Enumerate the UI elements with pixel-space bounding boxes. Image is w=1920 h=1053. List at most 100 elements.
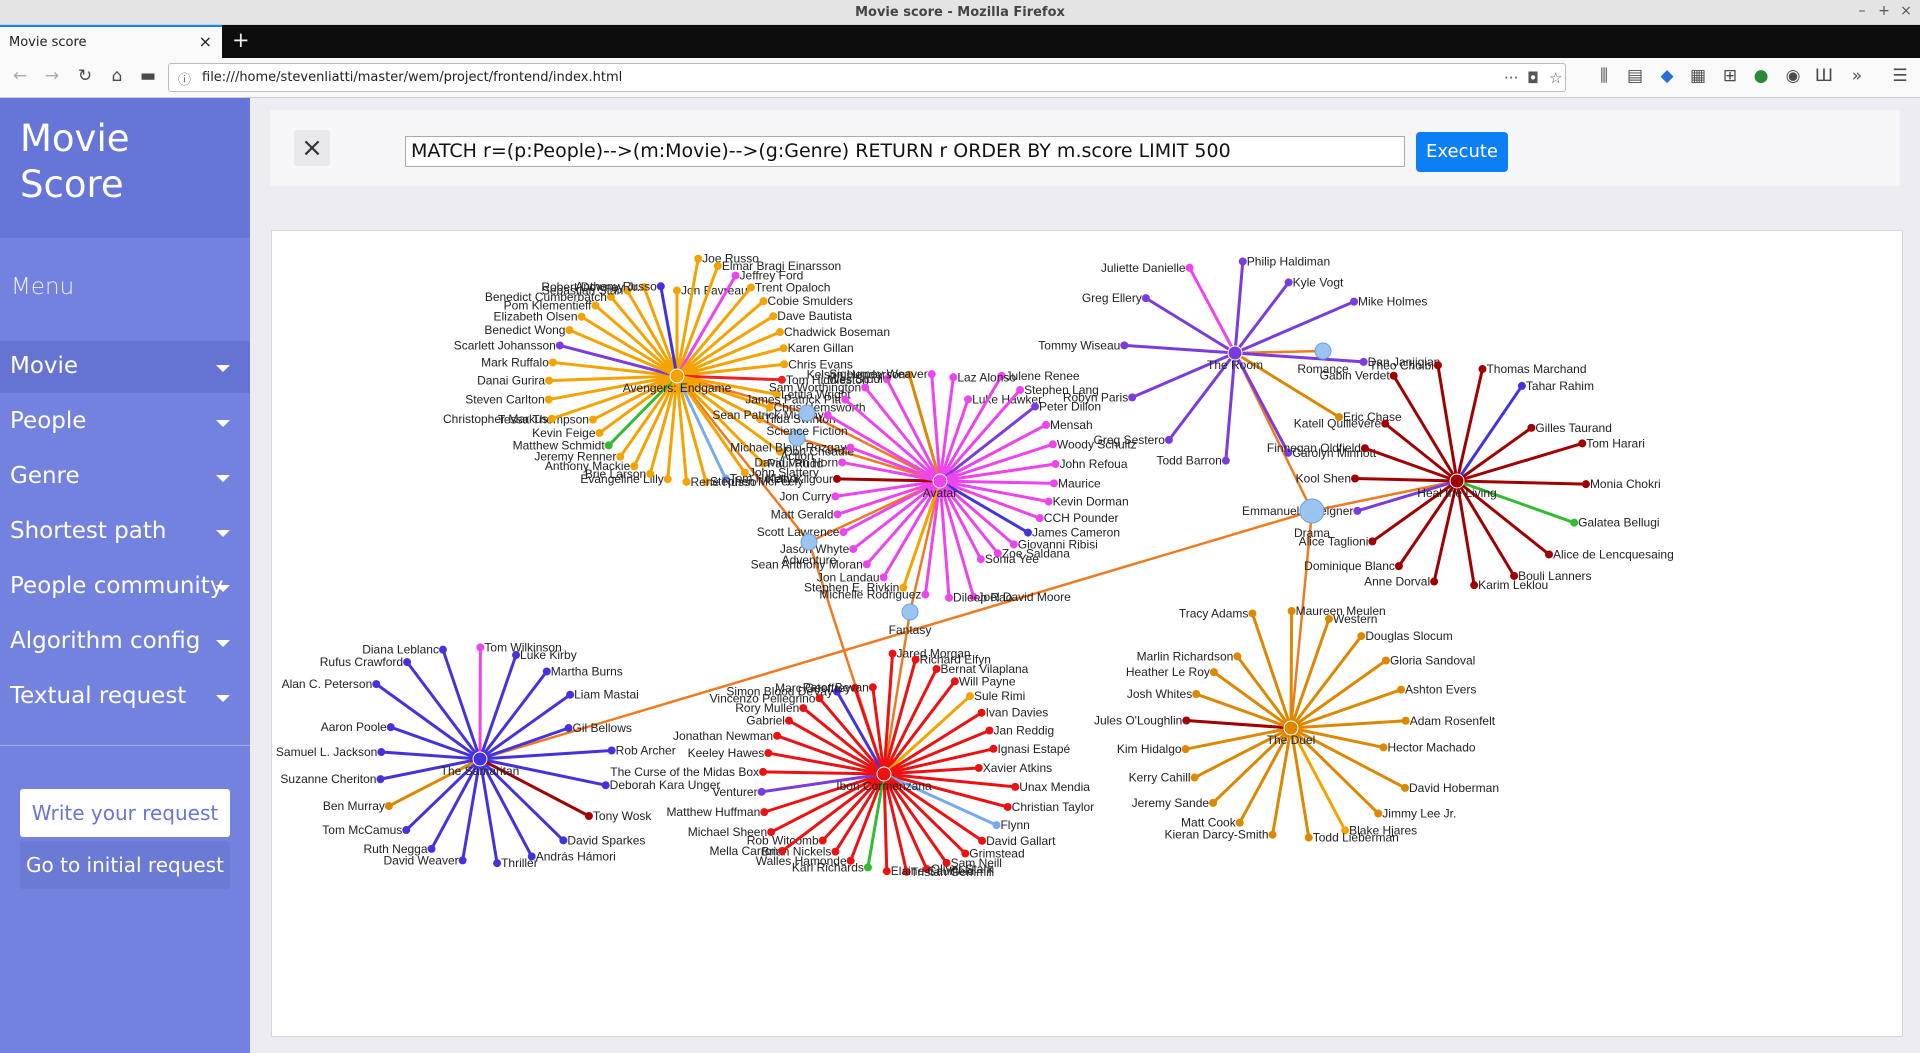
person-node[interactable]	[767, 828, 776, 837]
person-node[interactable]	[760, 808, 769, 817]
genre-node-romance[interactable]	[1314, 342, 1332, 360]
person-node[interactable]	[1048, 440, 1057, 449]
person-node[interactable]	[630, 462, 639, 471]
person-node[interactable]	[601, 781, 610, 790]
person-node[interactable]	[833, 510, 842, 519]
person-node[interactable]	[1051, 460, 1060, 469]
person-node[interactable]	[386, 723, 395, 732]
person-node[interactable]	[921, 590, 930, 599]
person-node[interactable]	[1401, 716, 1410, 725]
person-node[interactable]	[1120, 341, 1129, 350]
person-node[interactable]	[1381, 656, 1390, 665]
person-node[interactable]	[1016, 385, 1025, 394]
person-node[interactable]	[584, 812, 593, 821]
person-node[interactable]	[493, 859, 502, 868]
person-node[interactable]	[1400, 783, 1409, 792]
person-node[interactable]	[438, 645, 447, 654]
person-node[interactable]	[1353, 506, 1362, 515]
person-node[interactable]	[1397, 685, 1406, 694]
person-node[interactable]	[673, 286, 681, 295]
initial-request-button[interactable]: Go to initial request	[20, 841, 230, 889]
person-node[interactable]	[1011, 782, 1020, 791]
person-node[interactable]	[818, 836, 827, 845]
overflow-icon[interactable]: »	[1845, 66, 1869, 86]
tab-movie-score[interactable]: Movie score ×	[0, 25, 222, 58]
screenshot-icon[interactable]: ▬	[136, 66, 160, 86]
person-node[interactable]	[1517, 381, 1526, 390]
menu-item-algorithm-config[interactable]: Algorithm config	[0, 616, 250, 668]
minimize-button[interactable]: –	[1852, 3, 1872, 19]
person-node[interactable]	[1304, 833, 1313, 842]
person-node[interactable]	[1209, 668, 1218, 677]
person-node[interactable]	[376, 775, 385, 784]
person-node[interactable]	[1433, 361, 1442, 370]
person-node[interactable]	[1042, 420, 1051, 429]
person-node[interactable]	[882, 867, 891, 876]
person-node[interactable]	[985, 726, 994, 735]
window-close-button[interactable]: ×	[1896, 3, 1916, 19]
person-node[interactable]	[548, 358, 557, 367]
menu-item-textual-request[interactable]: Textual request	[0, 671, 250, 723]
frog-extension-icon[interactable]: ●	[1749, 66, 1773, 86]
person-node[interactable]	[1268, 830, 1277, 839]
person-node[interactable]	[841, 395, 850, 404]
person-node[interactable]	[1128, 393, 1137, 402]
person-node[interactable]	[559, 836, 568, 845]
person-node[interactable]	[1192, 690, 1201, 699]
person-node[interactable]	[1581, 480, 1590, 489]
pocket-icon[interactable]: ◘	[1527, 69, 1539, 87]
person-node[interactable]	[1181, 745, 1190, 754]
person-node[interactable]	[1527, 423, 1536, 432]
person-node[interactable]	[1190, 773, 1199, 782]
person-node[interactable]	[1389, 371, 1398, 380]
person-node[interactable]	[1478, 365, 1487, 374]
person-node[interactable]	[769, 312, 778, 321]
person-node[interactable]	[965, 692, 974, 701]
person-node[interactable]	[932, 664, 941, 673]
person-node[interactable]	[978, 836, 987, 845]
person-node[interactable]	[384, 801, 393, 810]
back-icon[interactable]: ←	[8, 66, 32, 86]
person-node[interactable]	[1003, 803, 1012, 812]
person-node[interactable]	[1049, 479, 1058, 488]
person-node[interactable]	[1284, 278, 1293, 287]
person-node[interactable]	[1023, 528, 1032, 537]
person-node[interactable]	[646, 469, 655, 478]
person-node[interactable]	[862, 560, 871, 569]
person-node[interactable]	[780, 360, 789, 369]
person-node[interactable]	[775, 328, 784, 337]
reload-icon[interactable]: ↻	[73, 66, 97, 86]
account-icon[interactable]: ◉	[1781, 66, 1805, 86]
tab-close-icon[interactable]: ×	[199, 32, 212, 51]
person-node[interactable]	[989, 744, 998, 753]
person-node[interactable]	[1325, 614, 1334, 623]
new-tab-button[interactable]: +	[232, 28, 250, 52]
menu-item-movie[interactable]: Movie	[0, 341, 250, 393]
page-actions-icon[interactable]: ···	[1504, 69, 1518, 87]
person-node[interactable]	[403, 658, 412, 667]
person-node[interactable]	[372, 680, 381, 689]
write-request-button[interactable]: Write your request	[20, 789, 230, 837]
person-node[interactable]	[1359, 357, 1368, 366]
menu-item-genre[interactable]: Genre	[0, 451, 250, 503]
person-node[interactable]	[595, 428, 604, 437]
person-node[interactable]	[1209, 798, 1218, 807]
person-node[interactable]	[759, 767, 768, 776]
person-node[interactable]	[577, 312, 586, 321]
person-node[interactable]	[868, 683, 877, 692]
genre-node-science-fiction[interactable]	[798, 404, 816, 422]
person-node[interactable]	[831, 492, 840, 501]
person-node[interactable]	[778, 847, 787, 856]
person-node[interactable]	[731, 271, 740, 280]
person-node[interactable]	[1221, 456, 1230, 465]
person-node[interactable]	[512, 651, 521, 660]
sidebar-toggle-icon[interactable]: ▤	[1623, 66, 1647, 86]
url-bar[interactable]: ⓘ file:///home/stevenliatti/master/wem/p…	[168, 63, 1566, 92]
person-node[interactable]	[1233, 652, 1242, 661]
menu-item-people[interactable]: People	[0, 396, 250, 448]
person-node[interactable]	[1031, 402, 1040, 411]
person-node[interactable]	[757, 787, 766, 796]
hamburger-menu-icon[interactable]: ☰	[1888, 66, 1912, 86]
person-node[interactable]	[1545, 550, 1554, 559]
person-node[interactable]	[746, 283, 755, 292]
